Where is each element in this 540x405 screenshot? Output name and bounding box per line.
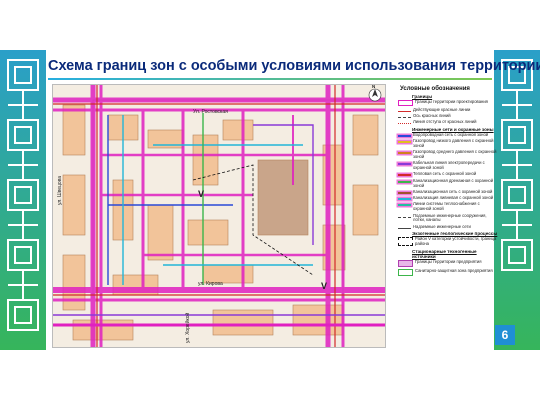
aboveground-icon [398,227,411,229]
street-label-left: ул. Швецова [57,175,63,205]
legend-item-label: Ось красных линий [413,112,451,118]
legend-body: Границы Границы территории проектирования… [398,94,498,276]
zone-v-marker-2: V [321,281,328,291]
legend-item-label: Санитарно-защитная зона предприятия [415,267,493,273]
legend-item: Газопровод низкого давления с охранной з… [398,138,498,149]
dash-line-icon [398,116,411,118]
north-label: N [372,84,376,89]
legend-item: Линия отступа от красных линий [398,119,498,125]
north-arrow-icon [368,88,382,102]
legend-item-label: Кабельная линия электропередачи с охранн… [413,160,485,171]
title-underline [48,78,492,80]
right-ornament [494,50,540,350]
legend-item: Кабельная линия электропередачи с охранн… [398,161,498,171]
slide: Схема границ зон с особыми условиями исп… [0,0,540,405]
zone-v-marker-1: V [198,189,205,199]
legend: Условные обозначения Границы Границы терр… [398,84,498,346]
legend-section-heading: Стационарные техногенные источники [412,249,477,260]
legend-item-label: Водопроводная сеть с охранной зоной [413,131,489,137]
thin-line-icon [398,123,411,125]
water-icon [398,134,411,137]
legend-item: Линии системы теплоснабжения с охранной … [398,202,498,212]
legend-item-label: Границы территории проектирования [415,99,488,104]
zone-v-icon [398,237,413,247]
legend-item: Канализация ливневая с охранной зоной [398,195,498,201]
legend-item-label: Канализация ливневая с охранной зоной [413,195,494,201]
gas-low-icon [398,141,411,144]
legend-item: Газопровод среднего давления с охранной … [398,149,498,160]
legend-item: Подземные инженерные сооружения, лотки, … [398,212,498,224]
sewer2-icon [398,198,411,201]
legend-item-label: Подземные инженерные сооружения, лотки, … [413,212,487,223]
legend-item-label: Тепловая сеть с охранной зоной [413,171,477,177]
red-line-icon [398,110,411,112]
legend-item: Границы территории проектирования [398,99,498,106]
street-label-bottom: ул. Кирова [198,281,223,287]
legend-item: Границы территории предприятия [398,259,498,268]
legend-item-label: Надземные инженерные сети [413,223,471,229]
left-ornament [0,50,46,350]
legend-item-label: Газопровод низкого давления с охранной з… [413,138,494,148]
legend-item-label: Линии системы теплоснабжения с охранной … [413,201,480,212]
legend-item: Надземные инженерные сети [398,223,498,230]
heat-icon [398,174,411,177]
legend-item: Ось красных линий [398,112,498,119]
legend-item-label: Газопровод среднего давления с охранной … [413,149,497,160]
street-label-bottom-left: ул. Хорейкой [185,312,191,343]
legend-item: Канализационная дренажная с охранной зон… [398,177,498,189]
legend-item: Действующие красные линии [398,106,498,113]
legend-item-label: Действующие красные линии [413,106,471,112]
map-drawing [53,85,385,347]
legend-item-label: Район V категории устойчивости, граница … [415,236,497,247]
legend-item: Район V категории устойчивости, граница … [398,237,498,247]
slide-title: Схема границ зон с особыми условиями исп… [48,58,540,74]
cable-icon [398,163,411,166]
page-number: 6 [495,325,515,345]
boundary-icon [398,100,413,106]
gas-mid-icon [398,152,411,155]
legend-item: Санитарно-защитная зона предприятия [398,267,498,276]
legend-item: Канализационная сеть с охранной зоной [398,188,498,195]
sanitary-icon [398,268,413,276]
heatline-icon [398,204,411,207]
legend-item: Водопроводная сеть с охранной зоной [398,131,498,138]
legend-item-label: Линия отступа от красных линий [413,119,477,125]
legend-item-label: Канализационная сеть с охранной зоной [413,188,493,194]
legend-item-label: Канализационная дренажная с охранной зон… [413,177,494,188]
enterprise-icon [398,260,413,268]
sewer-icon [398,191,411,194]
legend-item-label: Границы территории предприятия [415,259,482,265]
legend-item: Тепловая сеть с охранной зоной [398,172,498,177]
street-label-top: Ул. Ростовская [193,109,228,115]
zone-map: Ул. Ростовская ул. Швецова ул. Кирова ул… [52,84,386,348]
underground-icon [398,216,411,218]
drain-icon [398,180,411,183]
legend-title: Условные обозначения [400,86,470,92]
